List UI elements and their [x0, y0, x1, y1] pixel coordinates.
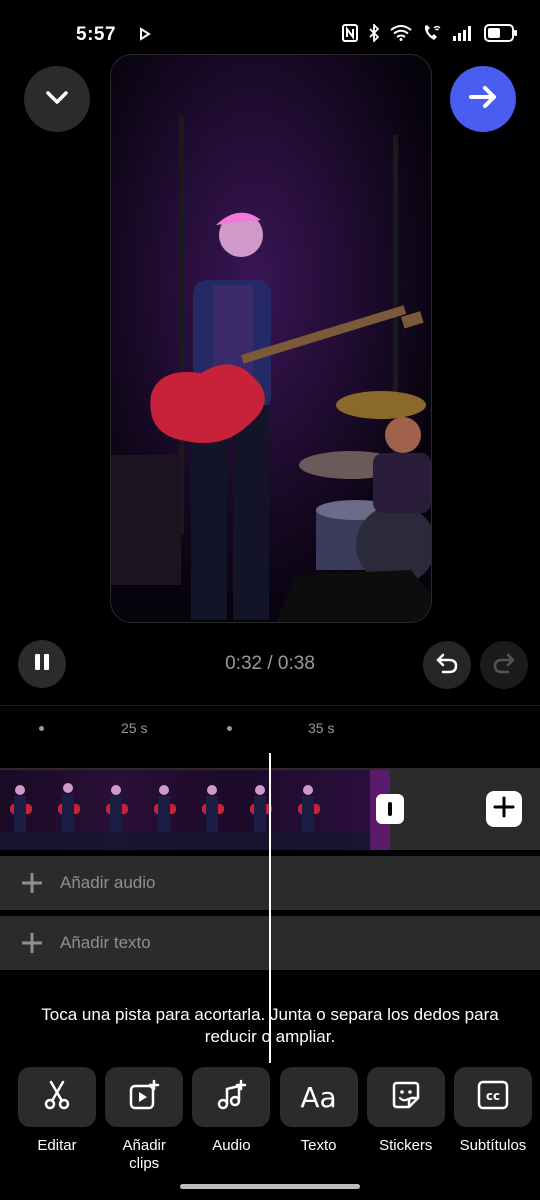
- sticker-icon: [391, 1080, 421, 1115]
- tool-stickers[interactable]: Stickers: [366, 1067, 445, 1173]
- status-time: 5:57: [76, 24, 117, 45]
- redo-icon: [491, 650, 517, 681]
- play-indicator-icon: [139, 27, 151, 46]
- ruler-label-25s: 25 s: [121, 720, 148, 736]
- tool-captions-label: Subtítulos: [459, 1137, 527, 1154]
- nfc-icon: [342, 24, 358, 42]
- tool-audio[interactable]: Audio: [192, 1067, 271, 1173]
- hint-text: Toca una pista para acortarla. Junta o s…: [41, 1005, 499, 1046]
- add-text-label: Añadir texto: [60, 933, 151, 952]
- collapse-button[interactable]: [24, 66, 90, 132]
- tool-text[interactable]: Aa Texto: [279, 1067, 358, 1173]
- music-add-icon: [215, 1079, 247, 1116]
- home-indicator[interactable]: [180, 1184, 360, 1189]
- tool-add-clips-box[interactable]: [105, 1067, 184, 1127]
- tool-stickers-box[interactable]: [366, 1067, 445, 1127]
- trim-handle[interactable]: [376, 794, 404, 824]
- tool-stickers-label: Stickers: [379, 1137, 433, 1154]
- tool-text-box[interactable]: Aa: [279, 1067, 358, 1127]
- tool-audio-label: Audio: [212, 1137, 251, 1154]
- tool-text-label: Texto: [300, 1137, 337, 1154]
- status-icons: [342, 24, 518, 42]
- redo-button[interactable]: [480, 641, 528, 689]
- tool-add-clips[interactable]: Añadir clips: [105, 1067, 184, 1173]
- undo-icon: [434, 650, 460, 681]
- next-button[interactable]: [450, 66, 516, 132]
- divider: [0, 705, 540, 706]
- video-clip[interactable]: [0, 770, 390, 850]
- video-preview[interactable]: [110, 54, 432, 623]
- tool-audio-box[interactable]: [192, 1067, 271, 1127]
- plus-icon: [20, 871, 46, 895]
- add-clip-button[interactable]: [486, 791, 522, 827]
- battery-icon: [484, 24, 518, 42]
- undo-button[interactable]: [423, 641, 471, 689]
- ruler-tick: [227, 726, 232, 731]
- plus-icon: [493, 796, 515, 823]
- tool-captions[interactable]: cc Subtítulos: [453, 1067, 532, 1173]
- tool-captions-box[interactable]: cc: [453, 1067, 532, 1127]
- tool-edit[interactable]: Editar: [18, 1067, 96, 1173]
- svg-text:cc: cc: [486, 1089, 500, 1103]
- tool-edit-label: Editar: [37, 1137, 77, 1154]
- ruler-tick: [39, 726, 44, 731]
- wifi-icon: [390, 25, 412, 41]
- editor-toolbar: Editar Añadir clips Audio Aa Texto Stick…: [18, 1067, 532, 1173]
- text-icon: Aa: [300, 1080, 337, 1114]
- bluetooth-icon: [368, 24, 380, 42]
- scissors-icon: [41, 1079, 73, 1116]
- signal-icon: [452, 25, 474, 41]
- tool-edit-box[interactable]: [18, 1067, 96, 1127]
- wifi-calling-icon: [422, 24, 442, 42]
- add-audio-label: Añadir audio: [60, 873, 156, 892]
- ruler-label-35s: 35 s: [308, 720, 335, 736]
- captions-icon: cc: [477, 1080, 509, 1115]
- tool-add-clips-label: Añadir clips: [122, 1137, 166, 1172]
- arrow-right-icon: [466, 80, 500, 119]
- add-clip-icon: [128, 1079, 160, 1116]
- chevron-down-icon: [42, 82, 72, 117]
- plus-icon: [20, 931, 46, 955]
